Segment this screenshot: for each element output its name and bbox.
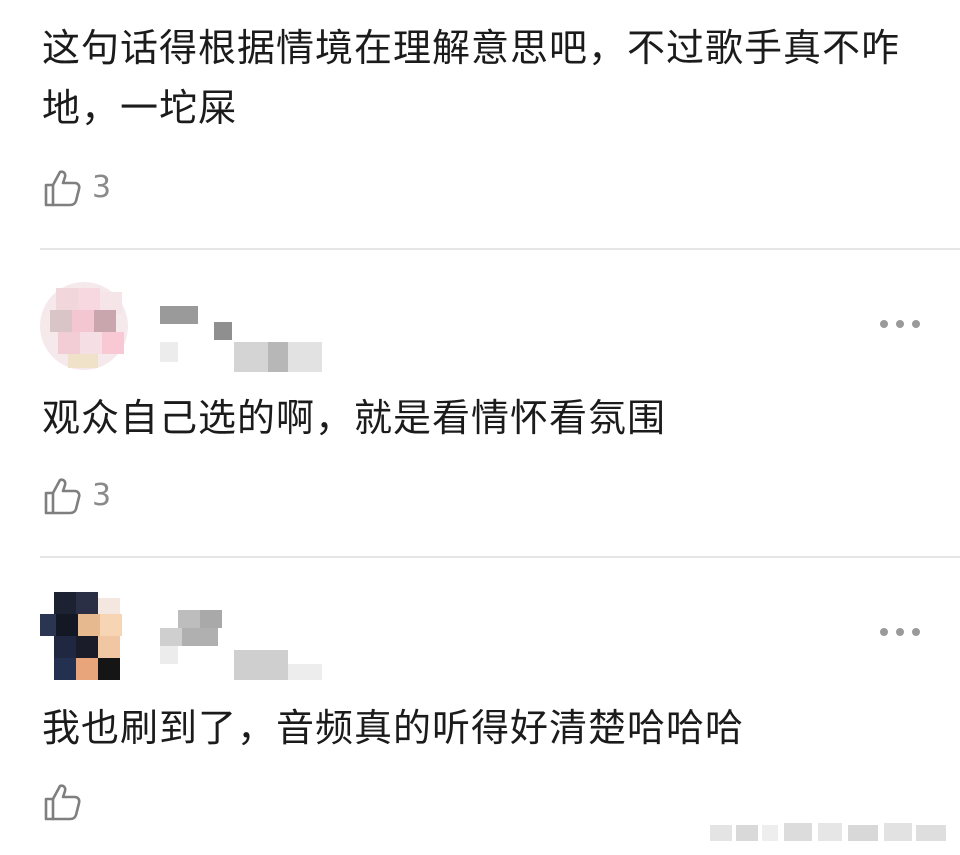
more-options-button[interactable] — [880, 314, 920, 334]
watermark — [710, 821, 950, 843]
thumbs-up-icon — [44, 784, 81, 821]
more-options-button[interactable] — [880, 622, 920, 642]
comment-2: 观众自己选的啊，就是看情怀看氛围 3 — [0, 250, 960, 558]
comment-1: 这句话得根据情境在理解意思吧，不过歌手真不咋地，一坨屎 3 — [0, 0, 960, 250]
avatar[interactable] — [40, 592, 128, 680]
like-button[interactable]: 3 — [42, 474, 111, 518]
thumbs-up-icon — [44, 478, 81, 515]
like-button[interactable] — [42, 780, 92, 824]
avatar[interactable] — [40, 282, 128, 370]
more-dots-icon — [880, 320, 888, 328]
username[interactable] — [160, 610, 330, 690]
like-count: 3 — [92, 170, 112, 205]
comment-3: 我也刷到了，音频真的听得好清楚哈哈哈 — [0, 558, 960, 855]
more-dots-icon — [880, 628, 888, 636]
comment-text: 这句话得根据情境在理解意思吧，不过歌手真不咋地，一坨屎 — [42, 26, 901, 130]
like-button[interactable]: 3 — [42, 166, 111, 210]
comment-text: 我也刷到了，音频真的听得好清楚哈哈哈 — [42, 706, 745, 750]
comment-text: 观众自己选的啊，就是看情怀看氛围 — [42, 396, 667, 440]
thumbs-up-icon — [44, 170, 81, 207]
username[interactable] — [160, 302, 330, 382]
like-count: 3 — [92, 478, 112, 513]
